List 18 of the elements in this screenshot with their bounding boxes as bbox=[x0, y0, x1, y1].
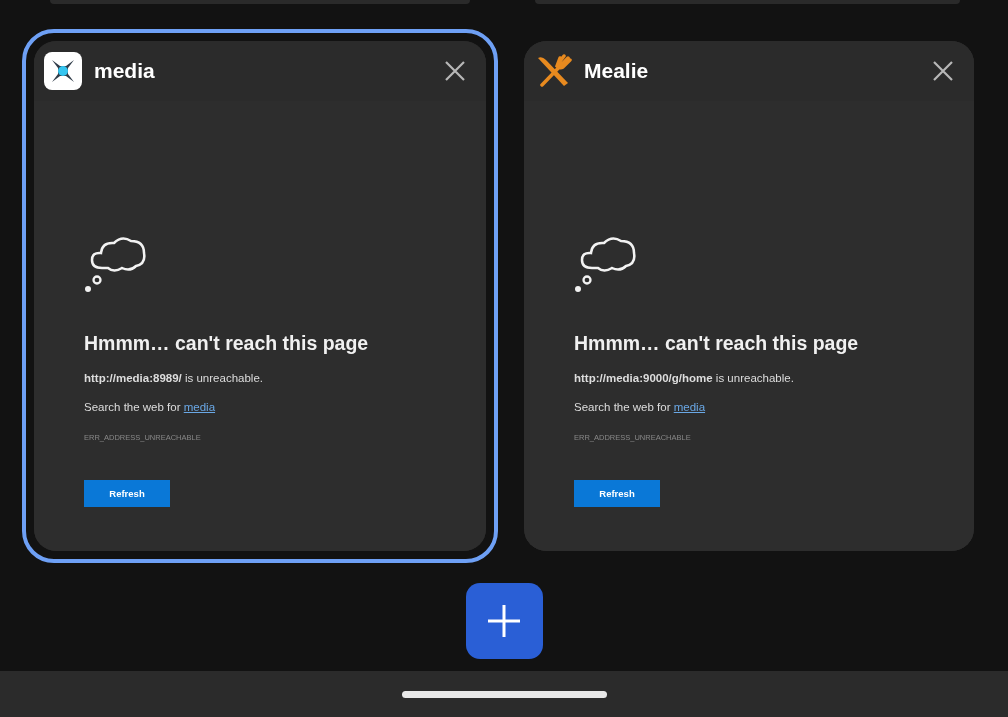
search-link[interactable]: media bbox=[673, 401, 706, 413]
refresh-button[interactable]: Refresh bbox=[574, 480, 660, 507]
search-link[interactable]: media bbox=[183, 401, 216, 413]
refresh-button[interactable]: Refresh bbox=[84, 480, 170, 507]
close-icon[interactable] bbox=[932, 60, 954, 82]
search-suggestion: Search the web for media bbox=[574, 401, 706, 413]
error-heading: Hmmm… can't reach this page bbox=[574, 332, 859, 355]
error-message: http://media:9000/g/home is unreachable. bbox=[574, 372, 794, 384]
error-message: http://media:8989/ is unreachable. bbox=[84, 372, 263, 384]
search-suggestion: Search the web for media bbox=[84, 401, 216, 413]
close-icon[interactable] bbox=[444, 60, 466, 82]
plus-icon bbox=[486, 603, 522, 639]
error-heading: Hmmm… can't reach this page bbox=[84, 332, 369, 355]
tab-title: media bbox=[94, 59, 156, 83]
app-icon bbox=[44, 52, 82, 90]
home-handle[interactable] bbox=[401, 690, 607, 698]
new-tab-button[interactable] bbox=[465, 583, 543, 659]
tab-title: Mealie bbox=[584, 59, 650, 83]
